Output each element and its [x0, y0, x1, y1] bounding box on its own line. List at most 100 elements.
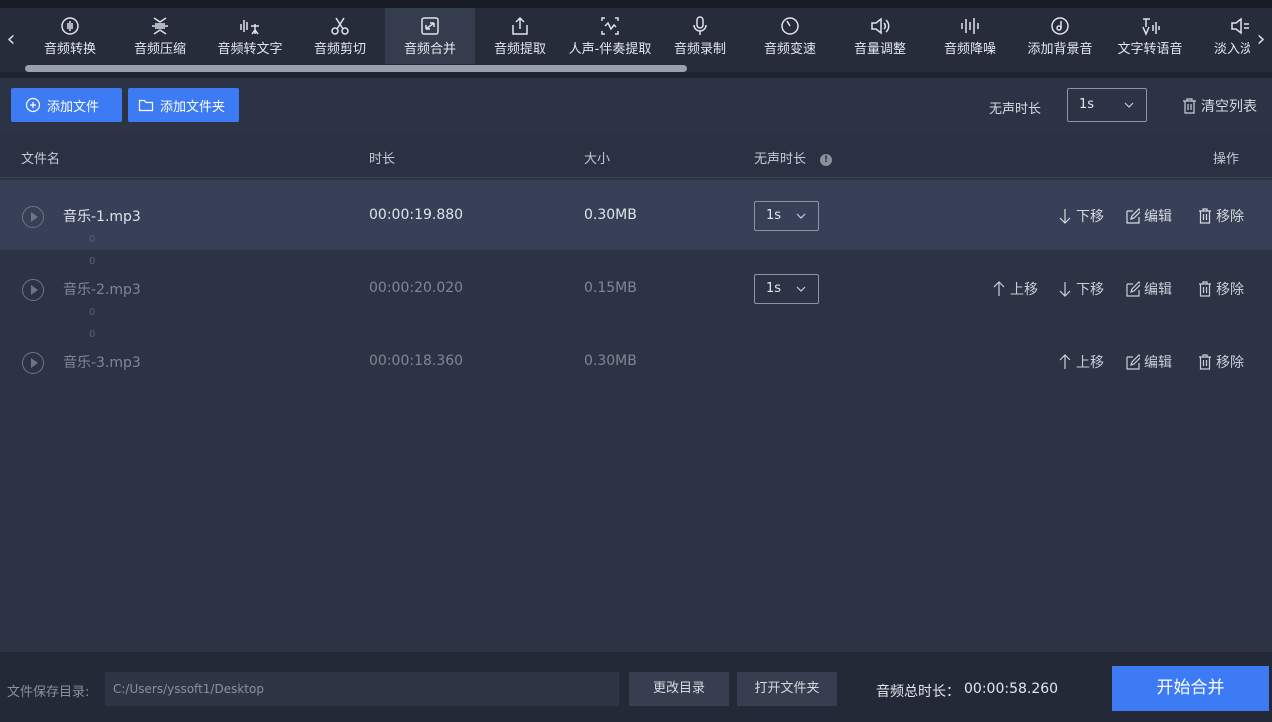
remove-button[interactable]: 移除	[1198, 206, 1244, 226]
compress-icon	[149, 16, 171, 36]
table-row[interactable]: 音乐-1.mp3 00:00:19.880 0.30MB 1s 下移 编辑 移除	[0, 180, 1272, 250]
tool-audio-denoise[interactable]: 音频降噪	[925, 8, 1015, 64]
file-name: 音乐-1.mp3	[63, 209, 141, 225]
arrow-up-icon	[993, 281, 1005, 296]
tool-label: 音频剪切	[313, 42, 366, 57]
info-icon[interactable]: !	[820, 154, 833, 166]
remove-button[interactable]: 移除	[1198, 279, 1244, 299]
window-top-strip	[0, 0, 1272, 8]
tool-audio-compress[interactable]: 音频压缩	[115, 8, 205, 64]
tool-label: 音量调整	[853, 42, 906, 57]
move-down-button[interactable]: 下移	[1058, 279, 1104, 299]
remove-button[interactable]: 移除	[1198, 352, 1244, 372]
global-silence-select[interactable]: 1s	[1067, 88, 1147, 122]
remove-label: 移除	[1216, 355, 1244, 371]
tool-audio-cut[interactable]: 音频剪切	[295, 8, 385, 64]
move-up-label: 上移	[1010, 282, 1038, 298]
text-to-speech-icon	[1139, 16, 1161, 36]
file-duration: 00:00:18.360	[369, 353, 464, 369]
toolbar-next-arrow[interactable]: ›	[1250, 26, 1272, 54]
file-table-header: 文件名 时长 大小 无声时长! 操作	[0, 134, 1272, 178]
tool-vocal-separate[interactable]: 人声-伴奏提取	[565, 8, 655, 64]
move-up-button[interactable]: 上移	[992, 279, 1038, 299]
toolbar-scrollbar	[22, 64, 1250, 72]
speech-to-text-icon	[239, 16, 261, 36]
audio-convert-icon	[59, 16, 81, 36]
edit-label: 编辑	[1144, 282, 1172, 298]
edit-icon	[1126, 208, 1140, 224]
tool-audio-extract[interactable]: 音频提取	[475, 8, 565, 64]
start-merge-button[interactable]: 开始合并	[1112, 666, 1269, 711]
play-icon[interactable]	[22, 206, 44, 228]
save-dir-label: 文件保存目录:	[7, 685, 90, 700]
tool-volume-adjust[interactable]: 音量调整	[835, 8, 925, 64]
move-down-button[interactable]: 下移	[1058, 206, 1104, 226]
file-size: 0.30MB	[584, 353, 637, 369]
change-dir-button[interactable]: 更改目录	[629, 672, 729, 706]
denoise-icon	[959, 16, 981, 36]
tool-label: 音频提取	[493, 42, 546, 57]
tool-label: 淡入淡出	[1213, 42, 1250, 57]
edit-button[interactable]: 编辑	[1126, 352, 1172, 372]
tool-label: 音频转换	[43, 42, 96, 57]
chevron-down-icon	[1124, 102, 1134, 108]
edit-button[interactable]: 编辑	[1126, 279, 1172, 299]
row-silence-select[interactable]: 1s	[754, 201, 819, 231]
toolbar-scrollbar-thumb[interactable]	[25, 65, 687, 72]
header-operations: 操作	[1213, 152, 1240, 167]
row-silence-select[interactable]: 1s	[754, 274, 819, 304]
clear-list-button[interactable]: 清空列表	[1182, 96, 1257, 116]
tool-label: 音频压缩	[133, 42, 186, 57]
header-silence-label: 无声时长	[754, 152, 807, 167]
tool-toolbar: ‹ 音频转换 音频压缩 音频转文字 音频剪切 音频合并 音频提取 人声-伴奏提取	[0, 8, 1272, 72]
play-icon[interactable]	[22, 279, 44, 301]
row-silence-value: 1s	[766, 208, 782, 223]
file-size: 0.30MB	[584, 207, 637, 223]
tool-background-music[interactable]: 添加背景音	[1015, 8, 1105, 64]
open-folder-button[interactable]: 打开文件夹	[737, 672, 837, 706]
tool-audio-speed[interactable]: 音频变速	[745, 8, 835, 64]
tool-label: 音频合并	[403, 42, 456, 57]
move-down-label: 下移	[1076, 209, 1104, 225]
move-down-label: 下移	[1076, 282, 1104, 298]
save-path-input[interactable]	[105, 672, 619, 706]
tool-text-to-speech[interactable]: 文字转语音	[1105, 8, 1195, 64]
toolbar-prev-arrow[interactable]: ‹	[0, 26, 22, 54]
file-name: 音乐-3.mp3	[63, 355, 141, 371]
add-folder-label: 添加文件夹	[160, 99, 226, 115]
tool-audio-convert[interactable]: 音频转换	[25, 8, 115, 64]
tool-audio-merge[interactable]: 音频合并	[385, 8, 475, 64]
tool-audio-record[interactable]: 音频录制	[655, 8, 745, 64]
folder-icon	[138, 99, 154, 112]
tool-label: 添加背景音	[1027, 42, 1093, 57]
table-row[interactable]: 音乐-2.mp3 00:00:20.020 0.15MB 1s 上移 下移 编辑…	[0, 253, 1272, 323]
move-up-button[interactable]: 上移	[1058, 352, 1104, 372]
trash-icon	[1183, 98, 1196, 114]
tool-label: 音频变速	[763, 42, 816, 57]
edit-button[interactable]: 编辑	[1126, 206, 1172, 226]
tool-label: 音频降噪	[943, 42, 996, 57]
header-filename: 文件名	[21, 152, 61, 167]
table-row[interactable]: 音乐-3.mp3 00:00:18.360 0.30MB 上移 编辑 移除	[0, 326, 1272, 396]
global-silence-label: 无声时长	[989, 102, 1042, 117]
tool-fade[interactable]: 淡入淡出	[1195, 8, 1250, 64]
volume-icon	[869, 16, 891, 36]
microphone-icon	[689, 16, 711, 36]
edit-label: 编辑	[1144, 209, 1172, 225]
action-bar: 添加文件 添加文件夹 无声时长 1s 清空列表	[0, 78, 1272, 132]
extract-icon	[509, 16, 531, 36]
add-folder-button[interactable]: 添加文件夹	[128, 88, 239, 122]
trash-icon	[1199, 281, 1211, 297]
total-duration-value: 00:00:58.260	[964, 681, 1059, 697]
file-name: 音乐-2.mp3	[63, 282, 141, 298]
tool-label: 文字转语音	[1117, 42, 1183, 57]
global-silence-value: 1s	[1079, 97, 1095, 112]
add-file-button[interactable]: 添加文件	[11, 88, 122, 122]
tool-speech-to-text[interactable]: 音频转文字	[205, 8, 295, 64]
header-duration: 时长	[369, 152, 396, 167]
trash-icon	[1199, 354, 1211, 370]
edit-icon	[1126, 354, 1140, 370]
arrow-up-icon	[1059, 354, 1071, 369]
play-icon[interactable]	[22, 352, 44, 374]
tool-label: 音频录制	[673, 42, 726, 57]
